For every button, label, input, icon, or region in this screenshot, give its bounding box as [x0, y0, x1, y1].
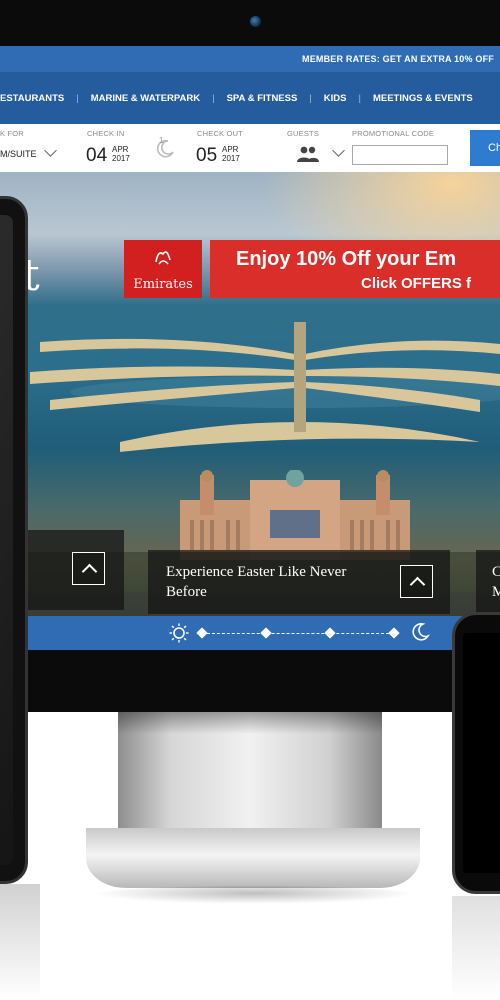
timeline-stop[interactable] — [260, 627, 272, 639]
check-out-label: CHECK OUT — [197, 129, 243, 138]
chevron-down-icon[interactable] — [332, 144, 345, 157]
promo-code-label: PROMOTIONAL CODE — [352, 129, 435, 138]
chevron-down-icon[interactable] — [44, 144, 57, 157]
timeline-track — [202, 633, 394, 634]
nav-item-kids[interactable]: KIDS — [312, 93, 359, 104]
emirates-calligraphy-icon — [155, 251, 171, 265]
check-in-year: 2017 — [112, 154, 130, 163]
room-type-value[interactable]: M/SUITE — [0, 149, 37, 159]
nav-item-spa-fitness[interactable]: SPA & FITNESS — [215, 93, 310, 104]
emirates-logo-text: Emirates — [133, 277, 193, 292]
slide-caption-text: C M — [492, 564, 500, 600]
emirates-logo[interactable]: Emirates — [124, 240, 202, 298]
nights-moon-icon — [157, 139, 174, 158]
moon-icon[interactable] — [410, 622, 430, 642]
nights-count: 1 — [159, 136, 164, 145]
chevron-up-icon[interactable] — [72, 552, 105, 585]
check-out-day[interactable]: 05 — [196, 145, 217, 167]
tablet-device — [0, 196, 28, 884]
tablet-reflection — [0, 884, 40, 1000]
check-out-month: APR — [222, 145, 239, 154]
stand-shadow — [118, 712, 382, 734]
slide-caption-text: Experience Easter Like Never Before — [166, 564, 347, 600]
phone-reflection — [452, 896, 500, 1000]
tablet-screen — [0, 215, 13, 865]
check-in-month-year[interactable]: APR 2017 — [112, 145, 130, 163]
chevron-up-icon[interactable] — [400, 565, 433, 598]
nav-item-meetings-events[interactable]: MEETINGS & EVENTS — [361, 93, 485, 104]
sun-icon[interactable] — [169, 623, 189, 643]
timeline-stop[interactable] — [388, 627, 400, 639]
day-night-timeline — [0, 616, 500, 650]
offer-headline: Enjoy 10% Off your Em — [236, 248, 457, 270]
guests-label: GUESTS — [287, 129, 320, 138]
check-in-day[interactable]: 04 — [86, 145, 107, 167]
monitor-bezel: MEMBER RATES: GET AN EXTRA 10% OFF ESTAU… — [0, 0, 500, 712]
check-out-month-year[interactable]: APR 2017 — [222, 145, 240, 163]
device-mockup-scene: MEMBER RATES: GET AN EXTRA 10% OFF ESTAU… — [0, 0, 500, 1000]
nav-item-marine-waterpark[interactable]: MARINE & WATERPARK — [79, 93, 212, 104]
guests-icon[interactable] — [296, 146, 320, 162]
offer-subline: Click OFFERS f — [361, 275, 472, 292]
monitor-stand-base — [86, 828, 420, 888]
hero-slider: t Emirates Enjoy 10% Off your Em Click O… — [0, 172, 500, 616]
slide-caption-next[interactable]: C M — [476, 550, 500, 614]
check-out-year: 2017 — [222, 154, 240, 163]
website-screen: MEMBER RATES: GET AN EXTRA 10% OFF ESTAU… — [0, 46, 500, 650]
webcam-icon — [250, 16, 261, 27]
room-type-label: K FOR — [0, 129, 24, 138]
base-shadow — [92, 886, 416, 904]
timeline-stop[interactable] — [324, 627, 336, 639]
promo-code-input[interactable] — [352, 145, 448, 165]
timeline-stop[interactable] — [196, 627, 208, 639]
phone-device — [452, 612, 500, 894]
member-rates-banner[interactable]: MEMBER RATES: GET AN EXTRA 10% OFF — [0, 46, 500, 72]
check-in-month: APR — [112, 145, 129, 154]
nav-item-restaurants[interactable]: ESTAURANTS — [0, 93, 76, 104]
emirates-offer-banner[interactable]: Enjoy 10% Off your Em Click OFFERS f — [210, 240, 500, 298]
phone-screen — [463, 633, 500, 873]
booking-bar: K FOR M/SUITE CHECK IN 04 APR 2017 1 CHE… — [0, 124, 500, 172]
check-availability-button[interactable]: Ch — [470, 130, 500, 166]
main-nav: ESTAURANTS | MARINE & WATERPARK | SPA & … — [0, 72, 500, 124]
check-in-label: CHECK IN — [87, 129, 125, 138]
slide-caption-current[interactable]: Experience Easter Like Never Before — [148, 550, 450, 614]
